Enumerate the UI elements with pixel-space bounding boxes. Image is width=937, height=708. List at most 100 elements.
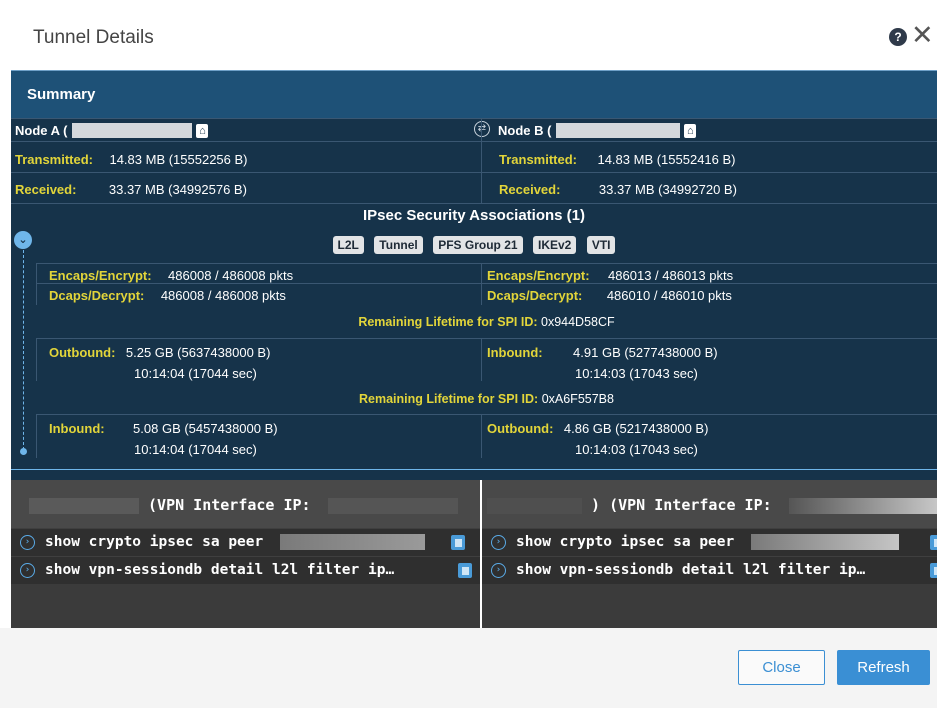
modal-header: Tunnel Details ? ✕ (0, 0, 937, 70)
node-row: Node A ( ⌂ ⇄ Node B ( ⌂ (11, 118, 937, 141)
dcaps-value: 486008 / 486008 pkts (160, 288, 286, 303)
received-row: Received: 33.37 MB (34992576 B) Received… (11, 172, 937, 203)
dcaps-row: Dcaps/Decrypt: 486008 / 486008 pkts Dcap… (36, 283, 937, 305)
outbound-lifetime: 10:14:04 (17044 sec) (134, 366, 257, 381)
lifetime-label: Remaining Lifetime for SPI ID: (359, 392, 539, 406)
outbound-label: Outbound: (487, 421, 554, 436)
outbound-lifetime: 10:14:03 (17043 sec) (575, 442, 698, 457)
copy-icon[interactable] (930, 563, 937, 578)
cli-command-row[interactable]: › show crypto ipsec sa peer (482, 528, 937, 556)
close-icon[interactable]: ✕ (911, 22, 934, 49)
received-value: 33.37 MB (34992720 B) (598, 182, 737, 197)
outbound-size: 5.25 GB (5637438000 B) (125, 345, 271, 360)
cli-command-row[interactable]: › show crypto ipsec sa peer (11, 528, 480, 556)
node-b-label: Node B ( (498, 123, 552, 138)
timeline-dot (20, 448, 27, 455)
cli-pane-node-b: ) (VPN Interface IP: › show crypto ipsec … (482, 480, 937, 628)
close-button[interactable]: Close (738, 650, 825, 685)
transmitted-label: Transmitted: (499, 152, 578, 167)
cli-command-row[interactable]: › show vpn-sessiondb detail l2l filter ip… (482, 556, 937, 584)
copy-icon[interactable] (451, 535, 465, 550)
redacted-peer-ip (279, 534, 425, 550)
redacted-ip (788, 497, 937, 514)
inbound-lifetime: 10:14:03 (17043 sec) (575, 366, 698, 381)
cli-command-row[interactable]: › show vpn-sessiondb detail l2l filter ip… (11, 556, 480, 584)
node-a-outbound: Outbound: 5.25 GB (5637438000 B) 10:14:0… (36, 339, 481, 381)
ipsec-title: IPsec Security Associations (1) (362, 207, 586, 224)
inbound-size: 5.08 GB (5457438000 B) (133, 421, 278, 436)
inbound-label: Inbound: (487, 345, 543, 360)
badge-vti: VTI (586, 236, 616, 254)
encaps-row: Encaps/Encrypt: 486008 / 486008 pkts Enc… (36, 263, 937, 283)
node-a-dcaps: Dcaps/Decrypt: 486008 / 486008 pkts (36, 284, 481, 305)
node-b-redacted (555, 123, 680, 139)
sa-badges: L2L Tunnel PFS Group 21 IKEv2 VTI (11, 236, 937, 254)
node-b-encaps: Encaps/Encrypt: 486013 / 486013 pkts (481, 264, 937, 283)
lifetime-label: Remaining Lifetime for SPI ID: (358, 315, 538, 329)
run-command-icon[interactable]: › (491, 562, 506, 578)
summary-bottom-border (11, 462, 937, 470)
node-b-outbound: Outbound: 4.86 GB (5217438000 B) 10:14:0… (481, 415, 937, 458)
cli-command-text: show vpn-sessiondb detail l2l filter ip… (45, 562, 395, 578)
dcaps-label: Dcaps/Decrypt: (487, 288, 583, 303)
spi-id: 0xA6F557B8 (541, 392, 614, 406)
run-command-icon[interactable]: › (20, 534, 35, 550)
transmitted-value: 14.83 MB (15552256 B) (109, 152, 248, 167)
help-icon[interactable]: ? (889, 28, 907, 46)
node-a-transmitted: Transmitted: 14.83 MB (15552256 B) (11, 142, 481, 172)
vpn-interface-label: ) (VPN Interface IP: (591, 496, 772, 514)
redacted-hostname (29, 497, 139, 514)
encaps-value: 486013 / 486013 pkts (608, 268, 734, 283)
node-a-label: Node A ( (15, 123, 68, 138)
transmitted-value: 14.83 MB (15552416 B) (597, 152, 736, 167)
redacted-peer-ip (750, 534, 899, 550)
cli-command-text: show crypto ipsec sa peer (516, 534, 735, 550)
summary-panel: Summary Node A ( ⌂ ⇄ Node B ( ⌂ Transmit… (11, 70, 937, 480)
encaps-label: Encaps/Encrypt: (49, 268, 152, 283)
run-command-icon[interactable]: › (20, 562, 35, 578)
timeline-line (23, 250, 24, 450)
node-b-transmitted: Transmitted: 14.83 MB (15552416 B) (481, 142, 937, 172)
inbound-size: 4.91 GB (5277438000 B) (573, 345, 718, 360)
node-b: Node B ( ⌂ (481, 119, 937, 141)
inbound-label: Inbound: (49, 421, 105, 436)
node-b-dcaps: Dcaps/Decrypt: 486010 / 486010 pkts (481, 284, 937, 305)
encaps-label: Encaps/Encrypt: (487, 268, 590, 283)
node-a-redacted (71, 123, 192, 139)
spi-id: 0x944D58CF (541, 315, 615, 329)
spi1-stats-row: Outbound: 5.25 GB (5637438000 B) 10:14:0… (36, 338, 937, 381)
summary-heading: Summary (11, 70, 937, 118)
copy-icon[interactable] (930, 535, 937, 550)
badge-pfs-group: PFS Group 21 (433, 236, 523, 254)
cli-empty-area (482, 584, 937, 628)
node-a-inbound: Inbound: 5.08 GB (5457438000 B) 10:14:04… (36, 415, 481, 458)
redacted-ip (327, 497, 458, 514)
node-b-received: Received: 33.37 MB (34992720 B) (481, 173, 937, 203)
run-command-icon[interactable]: › (491, 534, 506, 550)
cli-command-text: show crypto ipsec sa peer (45, 534, 264, 550)
vpn-interface-label: (VPN Interface IP: (148, 496, 311, 514)
cli-header-node-a: (VPN Interface IP: (11, 480, 480, 528)
outbound-label: Outbound: (49, 345, 116, 360)
node-b-inbound: Inbound: 4.91 GB (5277438000 B) 10:14:03… (481, 339, 937, 381)
dialog-title: Tunnel Details (33, 27, 154, 48)
redacted-hostname (487, 497, 582, 514)
spi2-stats-row: Inbound: 5.08 GB (5457438000 B) 10:14:04… (36, 414, 937, 458)
dcaps-label: Dcaps/Decrypt: (49, 288, 145, 303)
received-value: 33.37 MB (34992576 B) (108, 182, 247, 197)
cli-empty-area (11, 584, 480, 628)
copy-icon[interactable] (458, 563, 472, 578)
lifetime-spi-2: Remaining Lifetime for SPI ID: 0xA6F557B… (36, 392, 937, 406)
badge-l2l: L2L (332, 236, 364, 254)
ipsec-title-row: IPsec Security Associations (1) (11, 203, 937, 227)
node-a-received: Received: 33.37 MB (34992576 B) (11, 173, 481, 203)
transmitted-row: Transmitted: 14.83 MB (15552256 B) Trans… (11, 141, 937, 172)
lock-icon: ⌂ (684, 123, 697, 138)
lifetime-spi-1: Remaining Lifetime for SPI ID: 0x944D58C… (36, 315, 937, 329)
badge-tunnel: Tunnel (374, 236, 423, 254)
received-label: Received: (15, 182, 77, 197)
cli-command-text: show vpn-sessiondb detail l2l filter ip… (516, 562, 866, 578)
refresh-button[interactable]: Refresh (837, 650, 930, 685)
inbound-lifetime: 10:14:04 (17044 sec) (134, 442, 257, 457)
outbound-size: 4.86 GB (5217438000 B) (563, 421, 709, 436)
